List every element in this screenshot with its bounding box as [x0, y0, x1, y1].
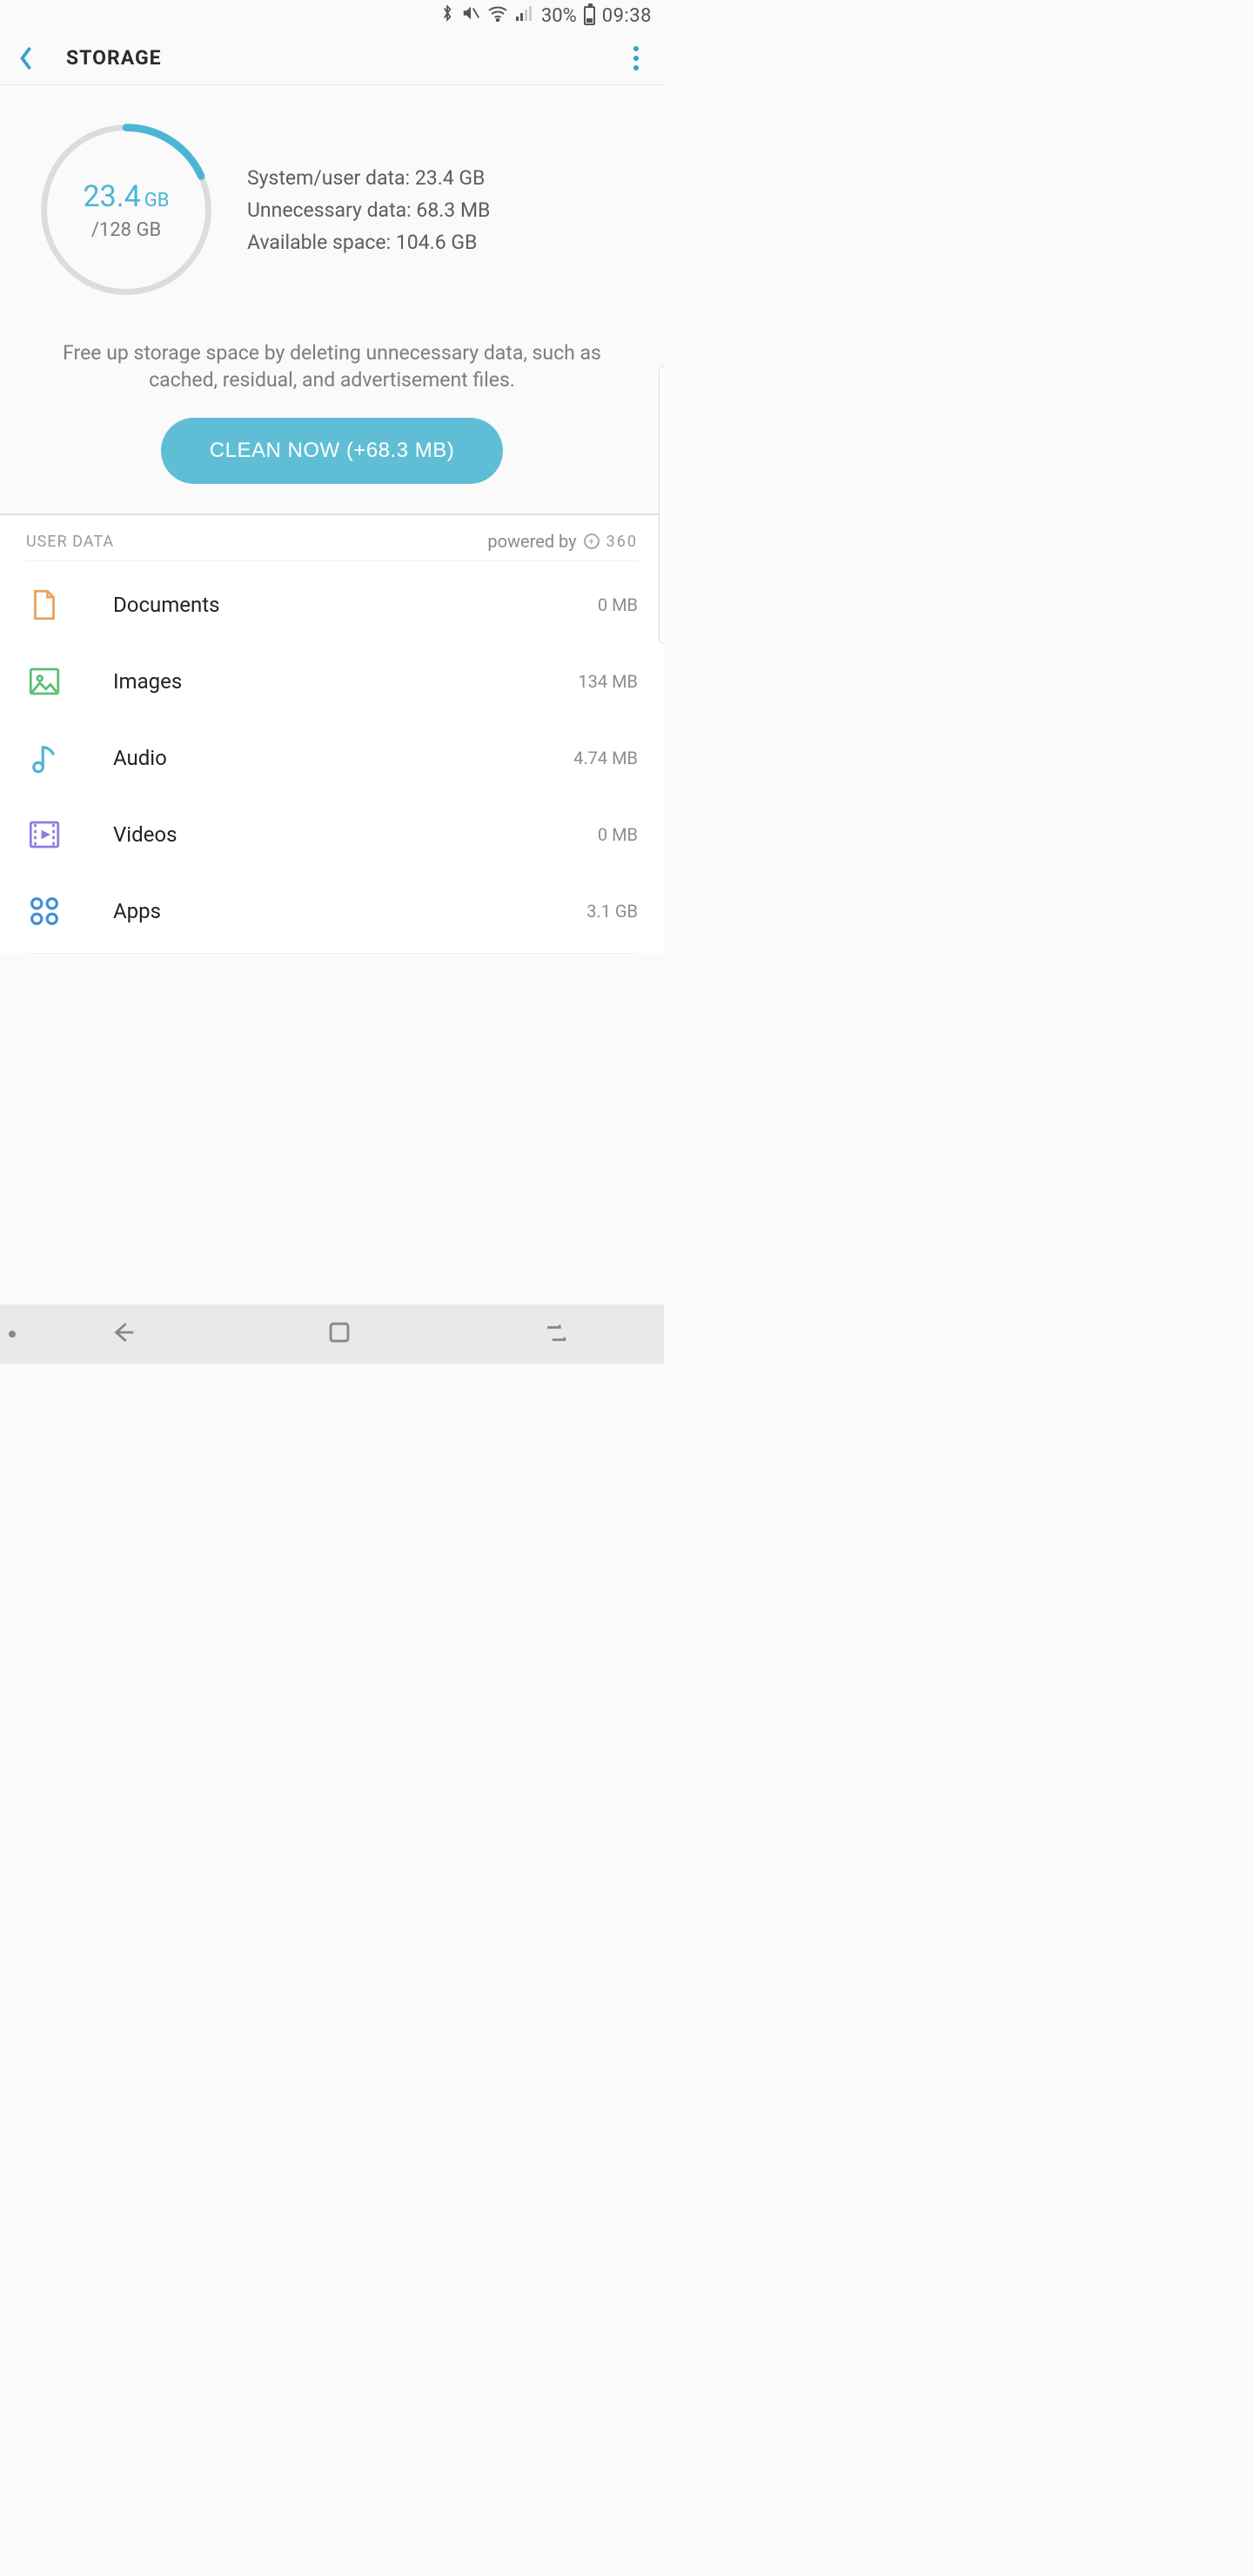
- category-name: Audio: [78, 746, 573, 770]
- battery-percent: 30%: [541, 5, 577, 27]
- nav-recents-button[interactable]: [541, 1318, 571, 1351]
- document-icon: [26, 587, 78, 623]
- page-title: STORAGE: [66, 46, 162, 70]
- category-name: Apps: [78, 899, 586, 923]
- back-button[interactable]: [17, 45, 42, 71]
- more-options-button[interactable]: [626, 46, 647, 70]
- user-data-label: USER DATA: [26, 533, 114, 551]
- stat-unnecessary: Unnecessary data: 68.3 MB: [247, 198, 633, 222]
- powered-by: powered by + 360: [487, 531, 638, 552]
- navigation-bar: [0, 1305, 664, 1364]
- video-icon: [26, 816, 78, 853]
- bluetooth-icon: [440, 3, 454, 28]
- category-size: 4.74 MB: [573, 748, 638, 768]
- nav-expand-dot[interactable]: [9, 1331, 16, 1338]
- battery-icon: [584, 6, 595, 25]
- stat-system-user: System/user data: 23.4 GB: [247, 166, 633, 190]
- apps-icon: [26, 893, 78, 929]
- category-name: Videos: [78, 822, 598, 847]
- stat-available: Available space: 104.6 GB: [247, 231, 633, 254]
- category-row-image[interactable]: Images134 MB: [26, 643, 638, 720]
- wifi-icon: [487, 4, 508, 27]
- nav-home-button[interactable]: [325, 1318, 354, 1351]
- audio-icon: [26, 740, 78, 776]
- nav-back-button[interactable]: [109, 1318, 138, 1351]
- category-name: Images: [78, 669, 578, 694]
- category-row-document[interactable]: Documents0 MB: [26, 567, 638, 643]
- app-bar: STORAGE: [0, 31, 664, 85]
- total-amount: /128 GB: [91, 219, 161, 241]
- used-amount: 23.4GB: [84, 179, 170, 214]
- edge-panel-handle[interactable]: [659, 366, 664, 644]
- usage-ring: 23.4GB /128 GB: [37, 120, 216, 299]
- clock: 09:38: [602, 5, 652, 27]
- clean-now-button[interactable]: CLEAN NOW (+68.3 MB): [161, 418, 503, 484]
- 360-logo-icon: +: [584, 533, 600, 549]
- category-size: 134 MB: [578, 671, 638, 692]
- category-size: 3.1 GB: [586, 901, 638, 922]
- category-size: 0 MB: [598, 824, 638, 845]
- category-row-apps[interactable]: Apps3.1 GB: [26, 873, 638, 949]
- image-icon: [26, 663, 78, 700]
- category-row-video[interactable]: Videos0 MB: [26, 796, 638, 873]
- storage-stats: System/user data: 23.4 GB Unnecessary da…: [247, 166, 633, 254]
- storage-summary: 23.4GB /128 GB System/user data: 23.4 GB…: [0, 85, 664, 317]
- mute-vibrate-icon: [461, 3, 480, 28]
- user-data-section: USER DATA powered by + 360 Documents0 MB…: [0, 515, 664, 954]
- category-size: 0 MB: [598, 594, 638, 615]
- category-name: Documents: [78, 593, 598, 617]
- cleanup-hint: Free up storage space by deleting unnece…: [0, 317, 664, 393]
- signal-icon: [515, 4, 534, 27]
- status-bar: 30% 09:38: [0, 0, 664, 31]
- category-row-audio[interactable]: Audio4.74 MB: [26, 720, 638, 796]
